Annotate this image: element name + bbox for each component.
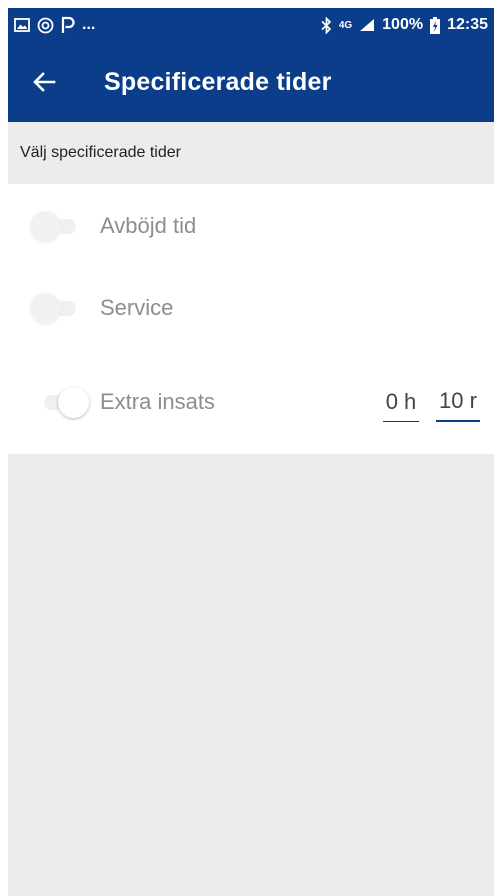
avbojd-tid-toggle[interactable] [30,209,80,243]
network-type: 4G [338,19,353,31]
image-icon [14,18,30,32]
section-header: Välj specificerade tider [8,122,494,184]
time-options-list: Avböjd tid Service Extra insats 0 h 10 r [8,184,494,454]
avbojd-tid-label: Avböjd tid [100,213,197,238]
list-item-avbojd-tid: Avböjd tid [8,196,494,256]
status-bar-left: ... [14,16,95,34]
battery-icon [430,16,441,34]
battery-percent: 100% [382,16,424,33]
minutes-input[interactable]: 10 r [436,382,480,422]
hours-input[interactable]: 0 h [383,382,419,422]
toggle-thumb [30,293,61,324]
clock: 12:35 [447,16,488,33]
extra-insats-label: Extra insats [100,389,215,414]
extra-insats-toggle[interactable] [38,385,89,419]
list-item-extra-insats: Extra insats 0 h 10 r [8,372,494,432]
more-notifications: ... [82,16,96,33]
screen: ... 4G 100% 12:35 Specificerade tider Vä… [8,8,494,896]
sync-icon [37,17,54,34]
status-bar: ... 4G 100% 12:35 [8,8,494,42]
signal-icon [359,18,375,32]
app-bar: Specificerade tider [8,42,494,122]
status-bar-right: 4G 100% 12:35 [321,16,488,34]
page-title: Specificerade tider [104,67,332,96]
service-toggle[interactable] [30,291,80,325]
arrow-left-icon [33,72,56,92]
toggle-thumb [30,211,61,242]
back-button[interactable] [14,52,74,112]
p-app-icon [61,16,75,34]
service-label: Service [100,295,174,320]
bluetooth-icon [321,16,332,34]
list-item-service: Service [8,278,494,338]
toggle-thumb [58,387,89,418]
